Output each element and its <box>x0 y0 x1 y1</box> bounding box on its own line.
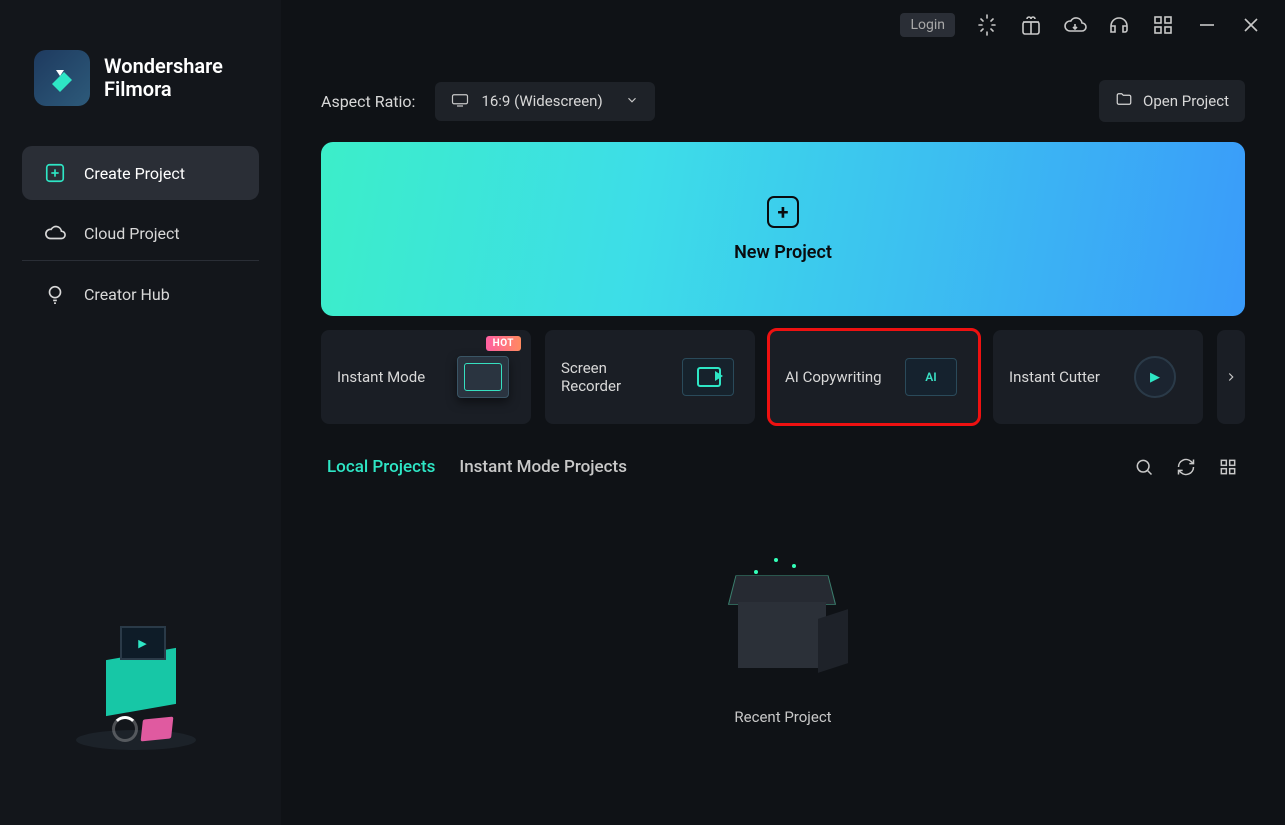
tile-instant-mode[interactable]: HOT Instant Mode <box>321 330 531 424</box>
login-button[interactable]: Login <box>900 13 955 37</box>
brand-line2: Filmora <box>104 78 223 101</box>
sidebar: Wondershare Filmora Create Project Cloud… <box>0 0 281 825</box>
sidebar-item-label: Create Project <box>84 164 185 183</box>
cloud-download-icon[interactable] <box>1063 13 1087 37</box>
tile-screen-recorder[interactable]: Screen Recorder <box>545 330 755 424</box>
feature-tiles: HOT Instant Mode Screen Recorder AI Copy… <box>321 330 1245 424</box>
close-button[interactable] <box>1239 13 1263 37</box>
instant-cutter-icon <box>1123 350 1187 404</box>
tile-label: Screen Recorder <box>561 359 666 395</box>
cloud-icon <box>44 222 66 244</box>
loading-spinner-icon <box>112 716 138 742</box>
monitor-icon <box>451 92 469 111</box>
empty-box-icon <box>708 558 858 688</box>
sidebar-item-creator-hub[interactable]: Creator Hub <box>22 267 259 321</box>
title-bar: Login <box>281 0 1285 50</box>
chevron-down-icon <box>625 92 639 111</box>
refresh-button[interactable] <box>1175 456 1197 478</box>
app-title: Wondershare Filmora <box>104 55 223 101</box>
tab-instant-mode-projects[interactable]: Instant Mode Projects <box>459 457 627 477</box>
tile-instant-cutter[interactable]: Instant Cutter <box>993 330 1203 424</box>
loading-icon <box>975 13 999 37</box>
minimize-button[interactable] <box>1195 13 1219 37</box>
brand-line1: Wondershare <box>104 55 223 78</box>
plus-icon: + <box>767 196 799 228</box>
filmora-logo-icon <box>34 50 90 106</box>
sidebar-item-label: Cloud Project <box>84 224 180 243</box>
folder-icon <box>1115 90 1133 112</box>
new-project-label: New Project <box>734 242 832 263</box>
aspect-ratio-select[interactable]: 16:9 (Widescreen) <box>435 82 655 121</box>
ai-copywriting-icon: AI <box>899 350 963 404</box>
sidebar-nav: Create Project Cloud Project Creator Hub <box>16 146 265 321</box>
apps-grid-icon[interactable] <box>1151 13 1175 37</box>
tiles-next-button[interactable] <box>1217 330 1245 424</box>
sidebar-item-cloud-project[interactable]: Cloud Project <box>22 206 259 261</box>
search-button[interactable] <box>1133 456 1155 478</box>
aspect-ratio-label: Aspect Ratio: <box>321 92 415 111</box>
sidebar-illustration <box>16 585 265 805</box>
app-logo: Wondershare Filmora <box>16 30 265 136</box>
recent-projects-empty: Recent Project <box>321 478 1245 805</box>
top-row: Aspect Ratio: 16:9 (Widescreen) Open Pro… <box>321 50 1245 142</box>
tile-label: Instant Mode <box>337 368 425 386</box>
open-project-label: Open Project <box>1143 92 1229 110</box>
main-area: Login Aspect Ratio: 16:9 (Widescreen) Op… <box>281 0 1285 825</box>
tab-local-projects[interactable]: Local Projects <box>327 457 435 477</box>
content: Aspect Ratio: 16:9 (Widescreen) Open Pro… <box>281 50 1285 825</box>
new-project-button[interactable]: + New Project <box>321 142 1245 316</box>
aspect-ratio-value: 16:9 (Widescreen) <box>481 92 602 110</box>
headset-icon[interactable] <box>1107 13 1131 37</box>
sidebar-item-create-project[interactable]: Create Project <box>22 146 259 200</box>
tile-label: Instant Cutter <box>1009 368 1100 386</box>
plus-square-icon <box>44 162 66 184</box>
sidebar-item-label: Creator Hub <box>84 285 170 304</box>
bulb-icon <box>44 283 66 305</box>
projects-tabs: Local Projects Instant Mode Projects <box>321 456 1245 478</box>
recent-project-label: Recent Project <box>734 708 831 726</box>
tile-label: AI Copywriting <box>785 368 882 386</box>
tile-ai-copywriting[interactable]: AI Copywriting AI <box>769 330 979 424</box>
screen-recorder-icon <box>678 350 739 404</box>
open-project-button[interactable]: Open Project <box>1099 80 1245 122</box>
gift-icon[interactable] <box>1019 13 1043 37</box>
hot-badge: HOT <box>486 336 521 351</box>
grid-view-button[interactable] <box>1217 456 1239 478</box>
instant-mode-icon <box>451 350 515 404</box>
